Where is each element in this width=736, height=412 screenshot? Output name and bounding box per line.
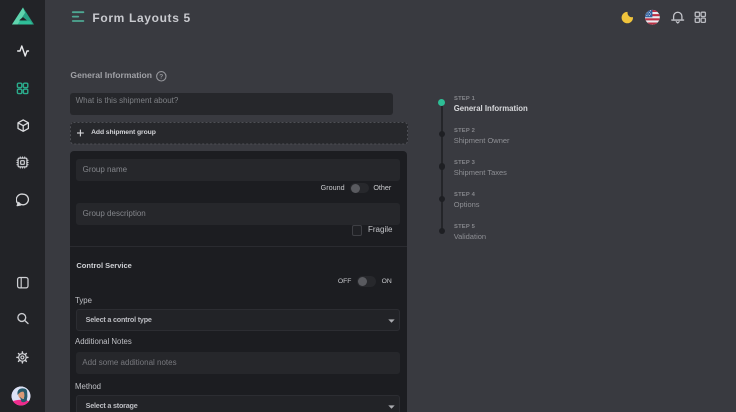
svg-text:?: ? <box>159 74 163 81</box>
